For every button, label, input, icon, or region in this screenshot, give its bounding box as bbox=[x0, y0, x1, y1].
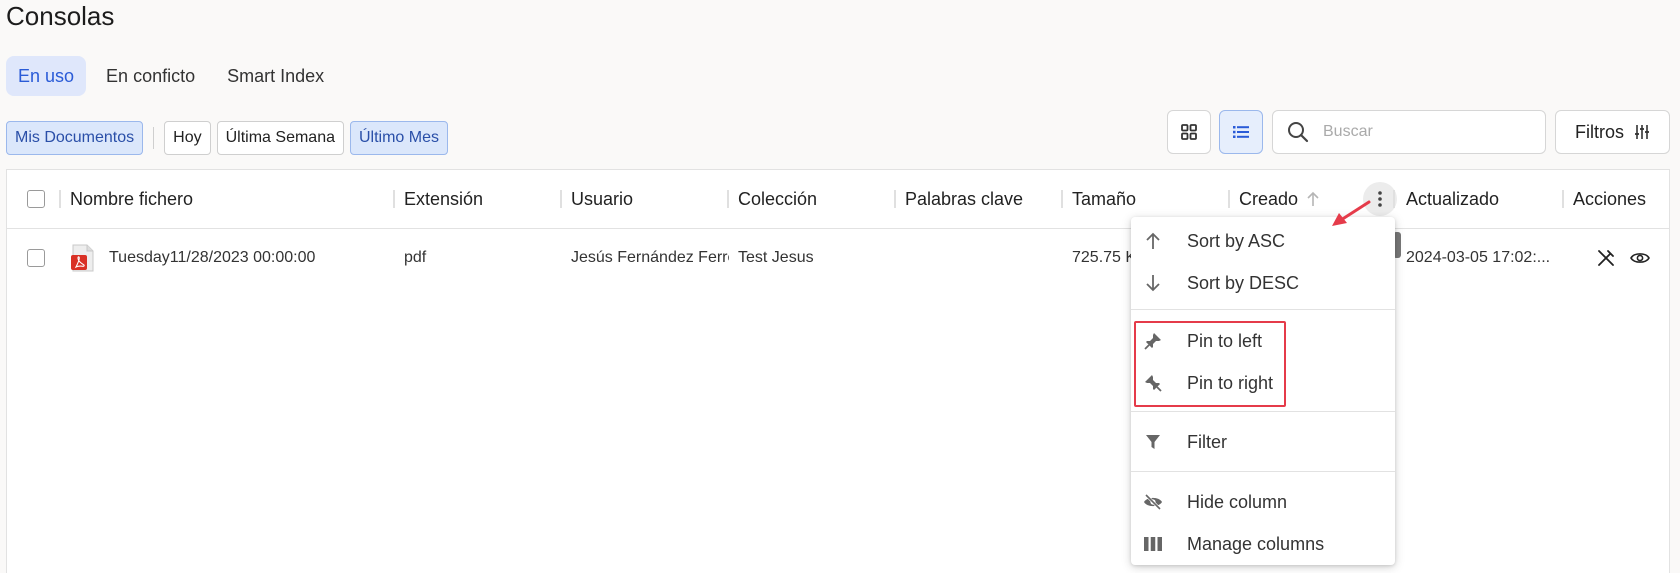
filters-button[interactable]: Filtros bbox=[1555, 110, 1670, 154]
grid-header: Nombre fichero Extensión Usuario Colecci… bbox=[7, 170, 1669, 229]
tab-en-conflicto[interactable]: En conficto bbox=[94, 56, 207, 96]
cell-actualizado: 2024-03-05 17:02:... bbox=[1406, 249, 1551, 266]
arrow-down-icon bbox=[1141, 271, 1165, 295]
select-all-cell bbox=[27, 170, 47, 228]
menu-divider bbox=[1131, 471, 1395, 472]
column-header-acciones: Acciones bbox=[1573, 188, 1647, 209]
column-header-actualizado[interactable]: Actualizado bbox=[1406, 170, 1556, 228]
cell-coleccion: Test Jesus bbox=[738, 249, 814, 266]
search-input[interactable] bbox=[1323, 123, 1523, 141]
chip-ultimo-mes[interactable]: Último Mes bbox=[349, 121, 448, 155]
menu-hide-column[interactable]: Hide column bbox=[1131, 481, 1395, 523]
filters-label: Filtros bbox=[1575, 121, 1624, 142]
select-all-checkbox[interactable] bbox=[27, 190, 45, 208]
column-separator[interactable] bbox=[894, 190, 896, 208]
annotation-arrow-icon bbox=[1332, 200, 1371, 226]
column-separator[interactable] bbox=[727, 190, 729, 208]
column-separator[interactable] bbox=[393, 190, 395, 208]
tab-smart-index[interactable]: Smart Index bbox=[215, 56, 336, 96]
cell-extension: pdf bbox=[404, 249, 427, 266]
chip-hoy[interactable]: Hoy bbox=[164, 121, 211, 155]
page-title: Consolas bbox=[6, 1, 115, 31]
grid-view-icon bbox=[1181, 124, 1197, 140]
tab-en-uso[interactable]: En uso bbox=[6, 56, 87, 96]
sort-asc-indicator-icon bbox=[1306, 191, 1320, 207]
eye-off-icon bbox=[1141, 490, 1165, 514]
kebab-icon bbox=[1378, 191, 1382, 207]
cell-nombre: Tuesday11/28/2023 00:00:00 bbox=[109, 249, 316, 266]
menu-hide-column-label: Hide column bbox=[1187, 491, 1288, 512]
menu-filter[interactable]: Filter bbox=[1131, 421, 1395, 463]
arrow-up-icon bbox=[1141, 229, 1165, 253]
search-icon bbox=[1287, 121, 1309, 143]
column-header-creado-label: Creado bbox=[1239, 188, 1299, 209]
column-header-nombre[interactable]: Nombre fichero bbox=[70, 170, 360, 228]
column-separator[interactable] bbox=[1228, 190, 1230, 208]
column-header-coleccion[interactable]: Colección bbox=[738, 170, 888, 228]
list-view-button[interactable] bbox=[1219, 110, 1263, 154]
funnel-icon bbox=[1141, 430, 1165, 454]
sliders-icon bbox=[1634, 124, 1650, 140]
tab-bar: En uso En conficto Smart Index bbox=[6, 56, 336, 96]
date-filter-chips: Mis Documentos Hoy Última Semana Último … bbox=[6, 121, 448, 155]
cell-usuario: Jesús Fernández Ferre bbox=[571, 249, 729, 266]
menu-divider bbox=[1131, 309, 1395, 310]
table-row[interactable]: Tuesday11/28/2023 00:00:00 pdf Jesús Fer… bbox=[7, 230, 1669, 286]
chip-ultima-semana[interactable]: Última Semana bbox=[216, 121, 344, 155]
list-view-icon bbox=[1233, 125, 1249, 139]
column-separator[interactable] bbox=[560, 190, 562, 208]
preview-action-button[interactable] bbox=[1630, 230, 1654, 286]
wrench-off-icon bbox=[1596, 248, 1616, 268]
search-box bbox=[1272, 110, 1546, 154]
file-type-cell bbox=[70, 230, 100, 286]
unpin-action-button[interactable] bbox=[1596, 230, 1620, 286]
column-separator[interactable] bbox=[1393, 190, 1395, 208]
menu-manage-columns[interactable]: Manage columns bbox=[1131, 523, 1395, 565]
menu-divider bbox=[1131, 411, 1395, 412]
column-header-palabras-clave[interactable]: Palabras clave bbox=[905, 170, 1055, 228]
column-separator[interactable] bbox=[1061, 190, 1063, 208]
documents-grid: Nombre fichero Extensión Usuario Colecci… bbox=[6, 169, 1670, 573]
columns-icon bbox=[1141, 532, 1165, 556]
menu-sort-desc-label: Sort by DESC bbox=[1187, 272, 1300, 293]
menu-manage-columns-label: Manage columns bbox=[1187, 533, 1325, 554]
row-select-cell bbox=[27, 230, 47, 286]
cell-palabras-clave bbox=[905, 230, 1055, 286]
menu-sort-desc[interactable]: Sort by DESC bbox=[1131, 262, 1395, 304]
column-separator[interactable] bbox=[59, 190, 61, 208]
menu-filter-label: Filter bbox=[1187, 431, 1227, 452]
column-separator[interactable] bbox=[1562, 190, 1564, 208]
menu-sort-asc-label: Sort by ASC bbox=[1187, 230, 1286, 251]
column-header-extension[interactable]: Extensión bbox=[404, 170, 554, 228]
chip-mis-documentos[interactable]: Mis Documentos bbox=[6, 121, 144, 155]
grid-view-button[interactable] bbox=[1167, 110, 1211, 154]
chip-divider bbox=[153, 127, 155, 149]
column-header-usuario[interactable]: Usuario bbox=[571, 170, 721, 228]
pdf-file-icon bbox=[70, 244, 96, 272]
row-checkbox[interactable] bbox=[27, 249, 45, 267]
annotation-highlight-box bbox=[1134, 321, 1286, 407]
eye-icon bbox=[1630, 251, 1650, 265]
